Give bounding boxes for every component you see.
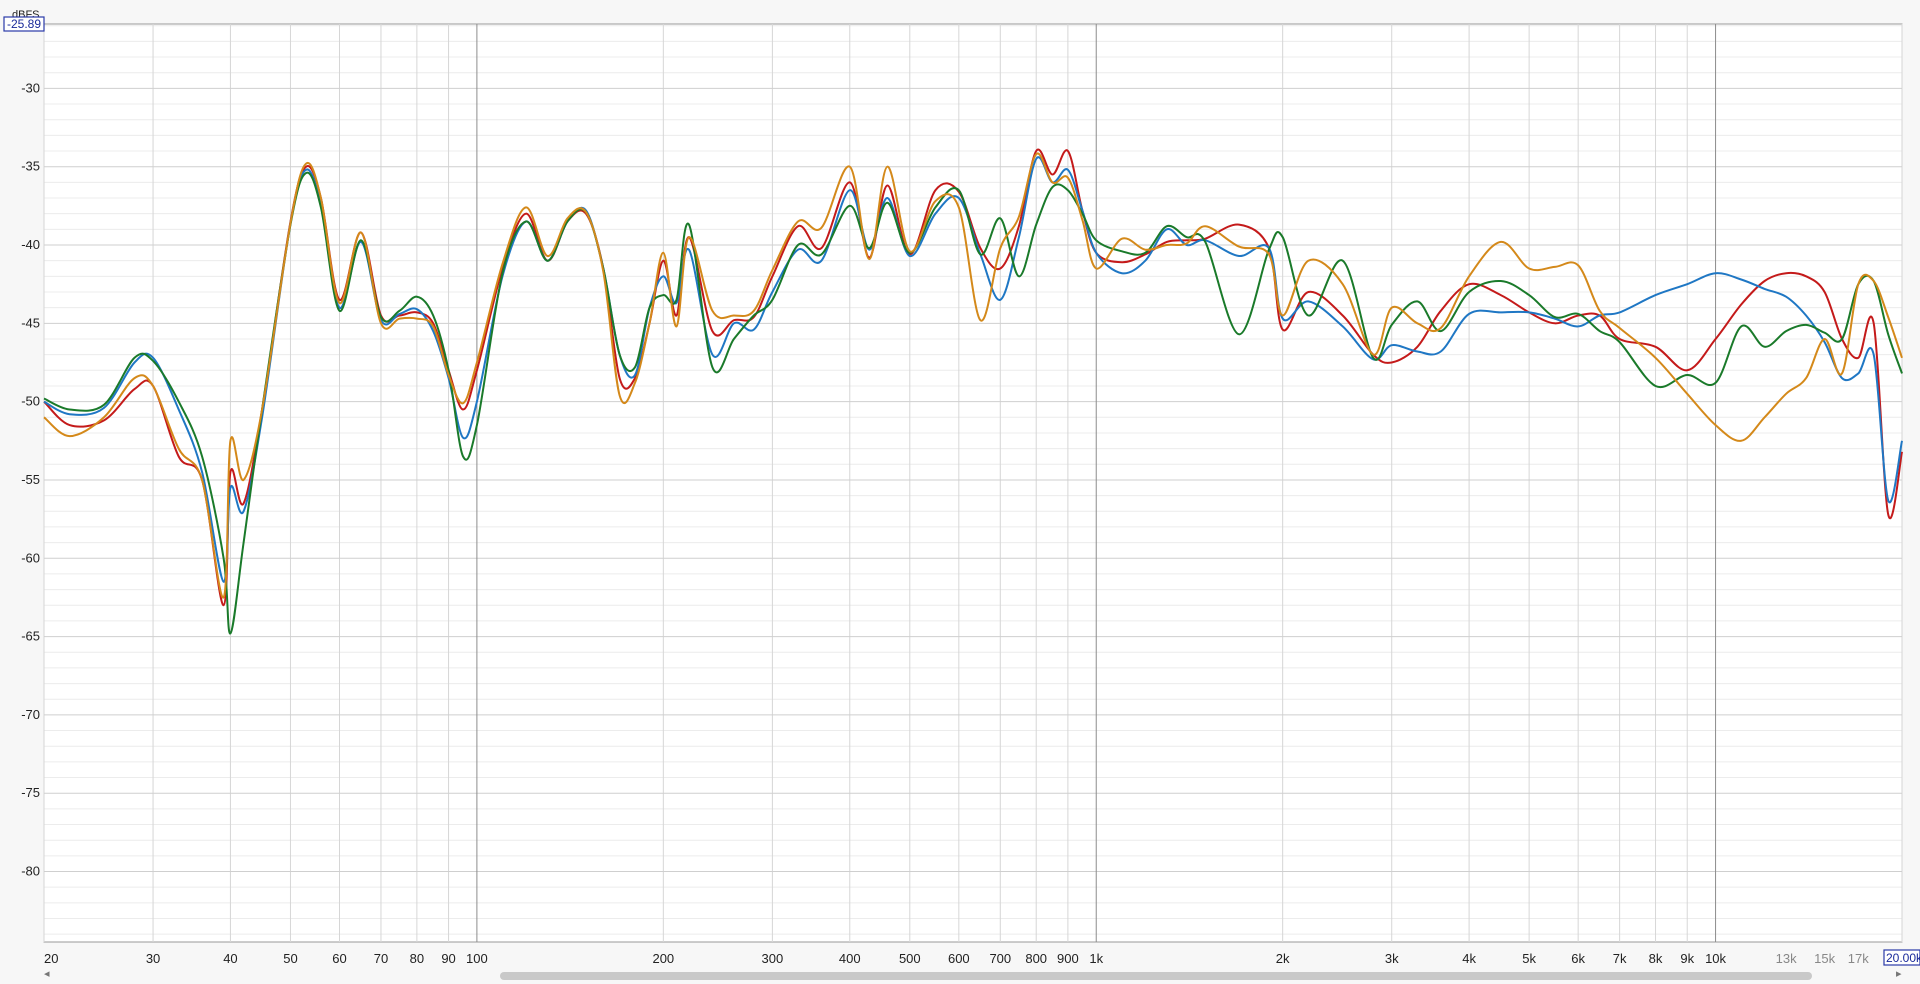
x-tick-label: 6k	[1571, 951, 1585, 966]
frequency-response-chart[interactable]: -30 -35 -40 -45 -50 -55 -60 -65 -70 -75 -80 20 30 40…	[0, 0, 1920, 984]
y-tick-label: -45	[21, 315, 40, 330]
scroll-right-arrow-icon[interactable]: ▸	[1896, 966, 1902, 982]
y-readout-value: -25.89	[7, 17, 41, 31]
y-tick-label: -35	[21, 159, 40, 174]
x-tick-label: 800	[1025, 951, 1047, 966]
x-tick-label: 60	[332, 951, 346, 966]
x-tick-label: 3k	[1385, 951, 1399, 966]
x-tick-label: 2k	[1276, 951, 1290, 966]
x-tick-label: 90	[441, 951, 455, 966]
x-readout[interactable]: 20.00k	[1883, 949, 1920, 966]
y-tick-label: -50	[21, 394, 40, 409]
x-tick-label: 300	[762, 951, 784, 966]
x-tick-label: 700	[989, 951, 1011, 966]
y-axis-labels: -30 -35 -40 -45 -50 -55 -60 -65 -70 -75 -80	[21, 80, 40, 878]
x-tick-label: 9k	[1680, 951, 1694, 966]
x-tick-label: 40	[223, 951, 237, 966]
x-tick-label: 600	[948, 951, 970, 966]
y-tick-label: -70	[21, 707, 40, 722]
x-tick-label: 8k	[1649, 951, 1663, 966]
x-tick-label: 100	[466, 951, 488, 966]
y-tick-label: -75	[21, 785, 40, 800]
x-tick-label: 1k	[1089, 951, 1103, 966]
x-tick-label: 20	[44, 951, 58, 966]
scrollbar-thumb[interactable]	[500, 972, 1812, 980]
x-tick-label: 4k	[1462, 951, 1476, 966]
scroll-left-arrow-icon[interactable]: ◂	[44, 966, 50, 982]
y-tick-label: -65	[21, 629, 40, 644]
x-tick-label: 500	[899, 951, 921, 966]
y-tick-label: -60	[21, 550, 40, 565]
x-tick-label: 900	[1057, 951, 1079, 966]
x-tick-label: 30	[146, 951, 160, 966]
x-tick-label: 200	[652, 951, 674, 966]
y-tick-label: -30	[21, 80, 40, 95]
y-tick-label: -55	[21, 472, 40, 487]
x-tick-label: 7k	[1613, 951, 1627, 966]
plot-background	[43, 23, 1903, 943]
x-tick-label: 5k	[1522, 951, 1536, 966]
x-tick-label: 70	[374, 951, 388, 966]
x-tick-label: 50	[283, 951, 297, 966]
y-tick-label: -40	[21, 237, 40, 252]
x-tick-label: 13k	[1776, 951, 1797, 966]
x-axis-labels: 20 30 40 50 60 70 80 90 100 200 300 400 500 600 700 800…	[44, 951, 1869, 966]
x-tick-label: 10k	[1705, 951, 1726, 966]
x-tick-label: 17k	[1848, 951, 1869, 966]
y-tick-label: -80	[21, 864, 40, 879]
y-readout[interactable]: -25.89	[3, 16, 45, 32]
x-tick-label: 15k	[1814, 951, 1835, 966]
x-readout-value: 20.00k	[1886, 951, 1920, 965]
x-tick-label: 80	[410, 951, 424, 966]
x-tick-label: 400	[839, 951, 861, 966]
